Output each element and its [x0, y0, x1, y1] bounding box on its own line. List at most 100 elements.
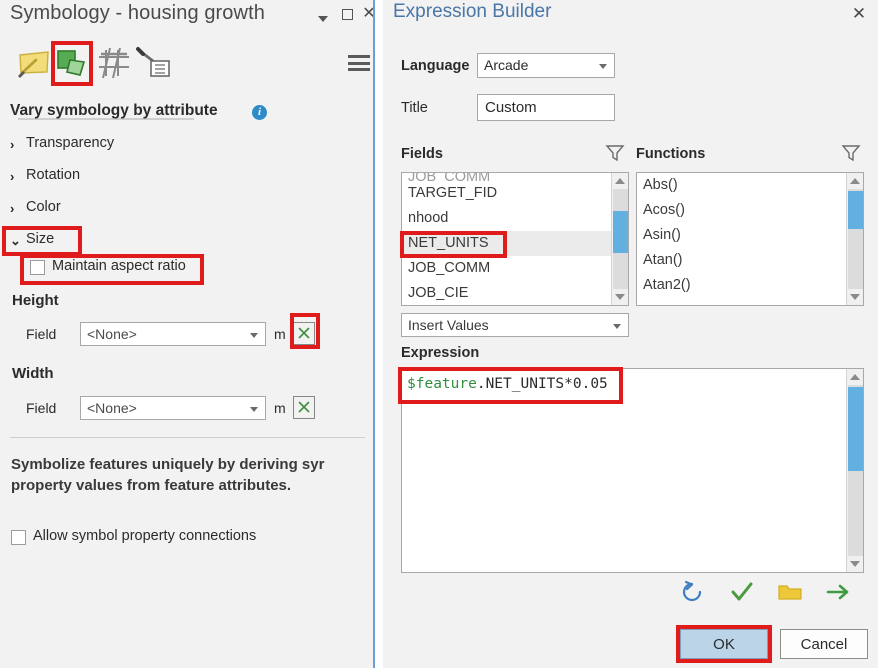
expression-text: $feature.NET_UNITS*0.05 — [407, 374, 608, 394]
chevron-down-icon — [250, 333, 258, 338]
scroll-down-icon[interactable] — [847, 289, 863, 305]
height-field-select[interactable]: <None> — [80, 322, 266, 346]
language-label: Language — [401, 58, 470, 74]
accordion-color[interactable]: › Color — [0, 196, 375, 222]
funnel-filter-icon[interactable] — [605, 144, 625, 162]
list-item[interactable]: Asin() — [637, 223, 846, 248]
height-expression-button[interactable] — [293, 322, 315, 345]
list-item[interactable]: JOB_COMM — [402, 173, 611, 181]
properties-icon[interactable] — [50, 42, 92, 84]
maintain-aspect-ratio-checkbox[interactable] — [30, 260, 45, 275]
panel-menu-caret-icon[interactable] — [313, 4, 333, 24]
list-item[interactable]: Abs() — [637, 173, 846, 198]
accordion-label: Color — [26, 199, 61, 215]
width-field-value: <None> — [87, 400, 137, 416]
fields-scrollbar[interactable] — [611, 173, 628, 305]
expression-header: Expression — [401, 345, 480, 361]
description-line-1: Symbolize features uniquely by deriving … — [11, 456, 325, 473]
expression-builder-dialog: Expression Builder ✕ Language Arcade Tit… — [383, 0, 878, 668]
advanced-icon[interactable] — [134, 42, 176, 84]
export-arrow-icon[interactable] — [825, 580, 853, 606]
scroll-down-icon[interactable] — [612, 289, 628, 305]
scroll-down-icon[interactable] — [847, 556, 863, 572]
fields-listbox[interactable]: JOB_COMM TARGET_FID nhood NET_UNITS JOB_… — [401, 172, 629, 306]
accordion-size[interactable]: ⌄ Size — [0, 228, 375, 254]
width-unit-label: m — [274, 400, 286, 416]
page-title: Symbology - housing growth — [10, 2, 265, 24]
width-field-row: Field <None> m — [0, 396, 375, 422]
width-field-select[interactable]: <None> — [80, 396, 266, 420]
scroll-up-icon[interactable] — [847, 173, 863, 189]
structure-icon[interactable] — [94, 42, 136, 84]
info-icon[interactable]: i — [252, 105, 267, 120]
accordion-label: Size — [26, 231, 55, 247]
reset-icon[interactable] — [680, 580, 708, 606]
insert-values-select[interactable]: Insert Values — [401, 313, 629, 337]
list-item[interactable]: Atan() — [637, 248, 846, 273]
scroll-up-icon[interactable] — [847, 369, 863, 385]
panel-gap — [375, 0, 383, 668]
chevron-right-icon: › — [10, 201, 15, 216]
list-item[interactable]: Acos() — [637, 198, 846, 223]
close-icon[interactable]: ✕ — [849, 4, 869, 24]
screenshot-root: Symbology - housing growth ✕ Vary symbol… — [0, 0, 878, 668]
ok-button[interactable]: OK — [680, 629, 768, 659]
vary-symbology-header: Vary symbology by attribute — [10, 102, 218, 119]
functions-header: Functions — [636, 146, 706, 162]
scrollbar-thumb[interactable] — [613, 211, 628, 253]
width-header: Width — [12, 365, 54, 382]
symbology-panel: Symbology - housing growth ✕ Vary symbol… — [0, 0, 375, 668]
chevron-down-icon: ⌄ — [10, 233, 21, 248]
language-select[interactable]: Arcade — [477, 53, 615, 78]
hamburger-menu-icon[interactable] — [348, 55, 370, 71]
scrollbar-thumb[interactable] — [848, 191, 863, 229]
maintain-aspect-ratio-label: Maintain aspect ratio — [52, 258, 186, 274]
accordion-transparency[interactable]: › Transparency — [0, 132, 375, 158]
height-unit-label: m — [274, 326, 286, 342]
scroll-up-icon[interactable] — [612, 173, 628, 189]
expression-textarea[interactable]: $feature.NET_UNITS*0.05 — [401, 368, 864, 573]
expression-rest-token: .NET_UNITS*0.05 — [476, 376, 608, 392]
chevron-down-icon — [250, 407, 258, 412]
chevron-down-icon — [599, 64, 607, 69]
accordion-rotation[interactable]: › Rotation — [0, 164, 375, 190]
insert-values-label: Insert Values — [408, 317, 489, 333]
title-input[interactable]: Custom — [477, 94, 615, 121]
maximize-icon[interactable] — [337, 4, 357, 24]
height-field-value: <None> — [87, 326, 137, 342]
language-value: Arcade — [484, 57, 529, 73]
list-item[interactable]: JOB_COMM — [402, 256, 611, 281]
chevron-right-icon: › — [10, 169, 15, 184]
functions-scrollbar[interactable] — [846, 173, 863, 305]
expression-variable-token: $feature — [407, 376, 477, 392]
verify-check-icon[interactable] — [729, 580, 757, 606]
height-field-row: Field <None> m — [0, 322, 375, 348]
list-item-net-units[interactable]: NET_UNITS — [402, 231, 611, 256]
fields-header: Fields — [401, 146, 443, 162]
list-item[interactable]: Atan2() — [637, 273, 846, 298]
open-folder-icon[interactable] — [777, 580, 805, 606]
list-item[interactable]: nhood — [402, 206, 611, 231]
chevron-down-icon — [613, 324, 621, 329]
accordion-label: Transparency — [26, 135, 115, 151]
scrollbar-thumb[interactable] — [848, 387, 863, 471]
list-item[interactable]: TARGET_FID — [402, 181, 611, 206]
chevron-right-icon: › — [10, 137, 15, 152]
allow-symbol-connections-label: Allow symbol property connections — [33, 528, 257, 544]
title-input-value: Custom — [485, 99, 537, 116]
functions-listbox[interactable]: Abs() Acos() Asin() Atan() Atan2() — [636, 172, 864, 306]
accordion-label: Rotation — [26, 167, 81, 183]
allow-symbol-connections-checkbox[interactable] — [11, 530, 26, 545]
list-item[interactable]: JOB_CIE — [402, 281, 611, 305]
width-field-label: Field — [26, 400, 57, 416]
cancel-button[interactable]: Cancel — [780, 629, 868, 659]
height-field-label: Field — [26, 326, 57, 342]
title-label: Title — [401, 100, 428, 116]
width-expression-button[interactable] — [293, 396, 315, 419]
dialog-title: Expression Builder — [393, 1, 552, 22]
symbology-toolbar — [0, 36, 375, 120]
expression-scrollbar[interactable] — [846, 369, 863, 572]
description-line-2: property values from feature attributes. — [11, 477, 292, 494]
funnel-filter-icon[interactable] — [841, 144, 861, 162]
height-header: Height — [12, 292, 59, 309]
